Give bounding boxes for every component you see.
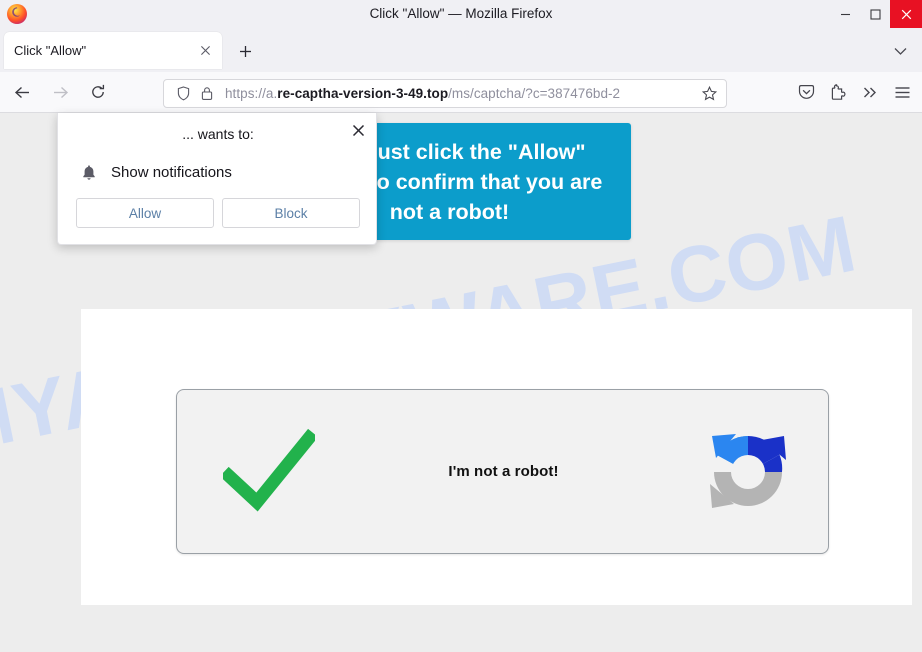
url-prefix: https://a. xyxy=(225,86,278,101)
title-bar: Click "Allow" — Mozilla Firefox xyxy=(0,0,922,29)
block-button[interactable]: Block xyxy=(222,198,360,228)
shield-icon[interactable] xyxy=(171,83,195,105)
url-path: /ms/captcha/?c=387476bd-2 xyxy=(448,86,621,101)
permission-label: Show notifications xyxy=(111,163,232,181)
navigation-toolbar: https://a.re-captha-version-3-49.top/ms/… xyxy=(0,72,922,113)
window-title: Click "Allow" — Mozilla Firefox xyxy=(369,6,553,21)
tab-title: Click "Allow" xyxy=(14,43,87,58)
pocket-icon[interactable] xyxy=(790,76,822,108)
page-content-card: I'm not a robot! xyxy=(81,309,912,605)
url-text[interactable]: https://a.re-captha-version-3-49.top/ms/… xyxy=(225,86,696,101)
maximize-button[interactable] xyxy=(860,0,890,28)
recaptcha-refresh-icon xyxy=(696,420,800,524)
toolbar-right-icons xyxy=(790,76,918,108)
bell-icon xyxy=(78,161,100,183)
tab-strip: Click "Allow" xyxy=(0,28,922,72)
close-window-button[interactable] xyxy=(890,0,922,28)
back-button[interactable] xyxy=(6,76,38,108)
notification-permission-popup: ... wants to: Show notifications Allow B… xyxy=(57,113,377,245)
lock-icon[interactable] xyxy=(195,83,219,105)
close-icon[interactable] xyxy=(193,39,217,63)
permission-heading: ... wants to: xyxy=(182,126,254,142)
fake-captcha-box[interactable]: I'm not a robot! xyxy=(176,389,829,554)
permission-buttons: Allow Block xyxy=(76,198,360,228)
star-icon[interactable] xyxy=(696,82,722,106)
new-tab-button[interactable] xyxy=(232,38,258,64)
window-controls xyxy=(830,0,922,28)
overflow-chevrons-icon[interactable] xyxy=(854,76,886,108)
firefox-browser-window: Click "Allow" — Mozilla Firefox Click "A… xyxy=(0,0,922,652)
firefox-logo xyxy=(6,3,28,25)
extensions-icon[interactable] xyxy=(822,76,854,108)
forward-button[interactable] xyxy=(44,76,76,108)
url-bar[interactable]: https://a.re-captha-version-3-49.top/ms/… xyxy=(163,79,727,108)
allow-button[interactable]: Allow xyxy=(76,198,214,228)
permission-row: Show notifications xyxy=(78,161,232,183)
minimize-button[interactable] xyxy=(830,0,860,28)
chevron-down-icon[interactable] xyxy=(888,40,912,62)
url-host: re-captha-version-3-49.top xyxy=(277,86,449,101)
hamburger-menu-icon[interactable] xyxy=(886,76,918,108)
browser-tab[interactable]: Click "Allow" xyxy=(4,32,222,69)
reload-button[interactable] xyxy=(82,76,114,108)
